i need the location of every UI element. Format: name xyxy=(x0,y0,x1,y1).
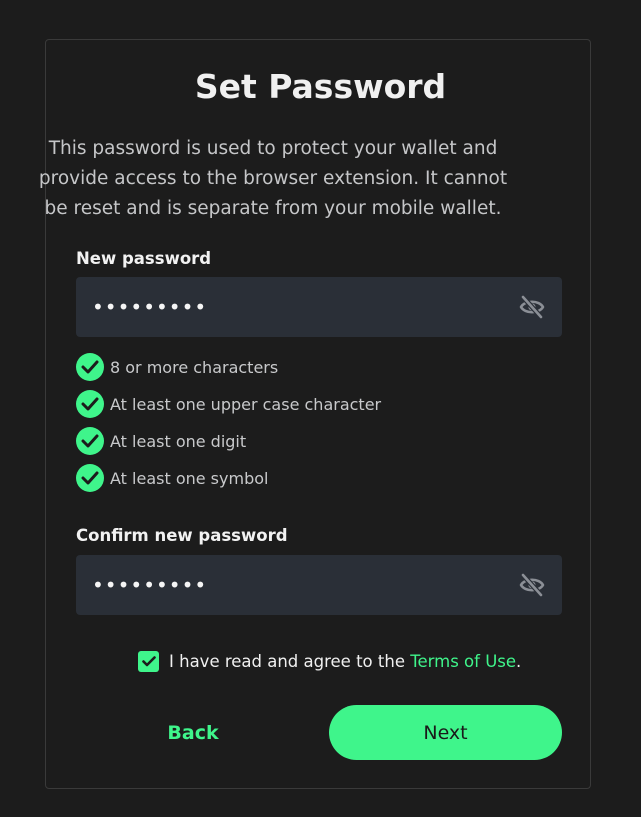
terms-of-use-link[interactable]: Terms of Use xyxy=(410,652,516,671)
agree-text: I have read and agree to the Terms of Us… xyxy=(169,652,521,671)
next-button[interactable]: Next xyxy=(329,705,562,760)
back-button[interactable]: Back xyxy=(110,705,276,760)
new-password-label: New password xyxy=(76,249,212,268)
requirement-label: At least one upper case character xyxy=(110,394,382,414)
page-description: This password is used to protect your wa… xyxy=(38,138,508,219)
requirement-item: At least one symbol xyxy=(76,464,268,492)
requirement-label: 8 or more characters xyxy=(110,357,279,377)
agree-label: I have read and agree to the xyxy=(169,651,411,671)
check-circle-icon xyxy=(76,427,104,455)
confirm-password-input[interactable] xyxy=(92,555,492,615)
agree-checkbox[interactable] xyxy=(138,650,159,672)
eye-off-icon[interactable] xyxy=(518,572,546,598)
confirm-password-field[interactable] xyxy=(76,555,562,615)
requirement-label: At least one digit xyxy=(110,431,247,451)
check-circle-icon xyxy=(76,353,104,381)
new-password-field[interactable] xyxy=(76,277,562,337)
agree-suffix: . xyxy=(516,651,522,671)
new-password-input[interactable] xyxy=(92,277,492,337)
terms-agreement: I have read and agree to the Terms of Us… xyxy=(138,650,521,672)
requirement-item: At least one upper case character xyxy=(76,390,381,418)
requirement-label: At least one symbol xyxy=(110,468,269,488)
requirement-item: At least one digit xyxy=(76,427,246,455)
check-circle-icon xyxy=(76,390,104,418)
page-title: Set Password xyxy=(194,67,447,106)
requirement-item: 8 or more characters xyxy=(76,353,278,381)
confirm-password-label: Confirm new password xyxy=(76,526,288,545)
check-circle-icon xyxy=(76,464,104,492)
eye-off-icon[interactable] xyxy=(518,294,546,320)
